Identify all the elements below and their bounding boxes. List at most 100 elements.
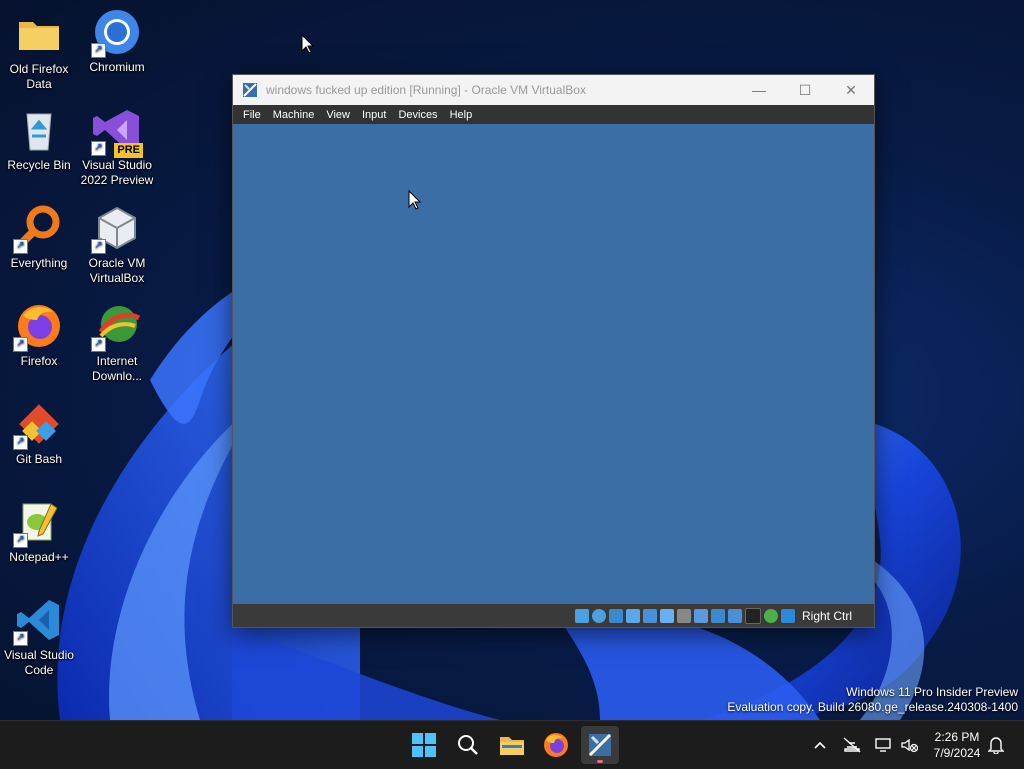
- desktop-icon-notepad-plus-plus[interactable]: ↗ Notepad++: [0, 498, 78, 565]
- notepad-plus-plus-icon: ↗: [13, 498, 63, 548]
- internet-download-manager-icon: ↗: [91, 302, 141, 352]
- firefox-icon: ↗: [13, 302, 63, 352]
- video-capture-icon[interactable]: [710, 608, 725, 623]
- windows-logo-icon: [412, 733, 436, 757]
- menu-devices[interactable]: Devices: [392, 109, 443, 121]
- desktop-icon-visual-studio-2022-preview[interactable]: ↗ PRE Visual Studio 2022 Preview: [78, 106, 156, 188]
- bell-icon: [988, 737, 1004, 754]
- chevron-up-icon: [814, 741, 826, 749]
- desktop-icon-everything[interactable]: ↗ Everything: [0, 204, 78, 271]
- windows-evaluation-watermark: Windows 11 Pro Insider Preview Evaluatio…: [727, 685, 1018, 715]
- volume-muted-tray-icon[interactable]: [899, 735, 919, 755]
- show-hidden-icons-button[interactable]: [810, 735, 830, 755]
- shortcut-arrow-icon: ↗: [91, 43, 106, 58]
- search-button[interactable]: [449, 726, 487, 764]
- file-explorer-button[interactable]: [493, 726, 531, 764]
- desktop-icon-label: Visual Studio 2022 Preview: [80, 158, 154, 187]
- folder-icon: [15, 10, 63, 58]
- search-icon: [458, 735, 478, 755]
- firefox-taskbar-button[interactable]: [537, 726, 575, 764]
- file-explorer-icon: [500, 737, 524, 755]
- window-titlebar[interactable]: windows fucked up edition [Running] - Or…: [233, 75, 874, 105]
- desktop-icon-old-firefox-data[interactable]: Old Firefox Data: [0, 10, 78, 92]
- display-icon[interactable]: [693, 608, 708, 623]
- clock-date: 7/9/2024: [933, 746, 981, 760]
- usb-icon[interactable]: [659, 608, 674, 623]
- visual-studio-icon: ↗ PRE: [91, 106, 143, 158]
- desktop-icon-label: Git Bash: [15, 452, 63, 466]
- shortcut-arrow-icon: ↗: [13, 631, 28, 646]
- minimize-button[interactable]: —: [736, 75, 782, 105]
- close-button[interactable]: ✕: [828, 75, 874, 105]
- virtualbox-xp-icon: [588, 733, 612, 757]
- vm-mouse-cursor-icon: [408, 189, 422, 215]
- desktop-icon-label: Visual Studio Code: [4, 648, 74, 677]
- desktop-icon-chromium[interactable]: ↗ Chromium: [78, 8, 156, 75]
- clock-time: 2:26 PM: [934, 730, 980, 744]
- desktop-icon-recycle-bin[interactable]: Recycle Bin: [0, 106, 78, 173]
- network-icon[interactable]: [642, 608, 657, 623]
- virtualbox-icon: ↗: [91, 204, 141, 254]
- shortcut-arrow-icon: ↗: [91, 141, 106, 156]
- desktop-icon-label: Firefox: [20, 354, 58, 368]
- vm-statusbar: Right Ctrl: [233, 604, 874, 627]
- virtualization-icon: [744, 607, 761, 624]
- menu-machine[interactable]: Machine: [267, 109, 321, 121]
- watermark-line-1: Windows 11 Pro Insider Preview: [846, 685, 1018, 699]
- desktop-icon-label: Old Firefox Data: [9, 62, 69, 91]
- menu-help[interactable]: Help: [444, 109, 479, 121]
- desktop-icon-internet-download-manager[interactable]: ↗ Internet Downlo...: [78, 302, 156, 384]
- taskbar: 2:26 PM 7/9/2024: [0, 720, 1024, 769]
- desktop-icon-label: Chromium: [89, 60, 145, 74]
- desktop-icon-visual-studio-code[interactable]: ↗ Visual Studio Code: [0, 596, 78, 678]
- maximize-button[interactable]: ☐: [782, 75, 828, 105]
- desktop-icon-oracle-vm-virtualbox[interactable]: ↗ Oracle VM VirtualBox: [78, 204, 156, 286]
- active-app-indicator: [597, 760, 603, 763]
- menu-input[interactable]: Input: [356, 109, 392, 121]
- vrde-icon[interactable]: [727, 608, 742, 623]
- shortcut-arrow-icon: ↗: [91, 239, 106, 254]
- git-bash-icon: ↗: [13, 400, 63, 450]
- vscode-icon: ↗: [13, 596, 63, 646]
- window-title: windows fucked up edition [Running] - Or…: [266, 83, 586, 97]
- optical-drive-icon[interactable]: [591, 608, 606, 623]
- network-tray-icon[interactable]: [842, 735, 862, 755]
- mouse-cursor-icon: [301, 33, 315, 59]
- display-tray-icon[interactable]: [873, 735, 893, 755]
- virtualbox-app-icon: [243, 83, 257, 97]
- desktop-icon-firefox[interactable]: ↗ Firefox: [0, 302, 78, 369]
- recycle-bin-icon: [15, 106, 63, 154]
- desktop-icon-git-bash[interactable]: ↗ Git Bash: [0, 400, 78, 467]
- virtualbox-vm-window[interactable]: windows fucked up edition [Running] - Or…: [232, 74, 875, 628]
- desktop-icon-label: Oracle VM VirtualBox: [88, 256, 146, 285]
- menu-view[interactable]: View: [320, 109, 356, 121]
- firefox-icon: [544, 733, 568, 757]
- preview-badge: PRE: [114, 143, 143, 158]
- host-key-label: Right Ctrl: [801, 608, 852, 623]
- cpu-icon: [763, 608, 778, 623]
- desktop-icon-label: Notepad++: [9, 550, 69, 564]
- shared-folders-icon[interactable]: [676, 608, 691, 623]
- shortcut-arrow-icon: ↗: [13, 239, 28, 254]
- menu-file[interactable]: File: [237, 109, 267, 121]
- mouse-integration-icon[interactable]: [780, 608, 795, 623]
- start-button[interactable]: [405, 726, 443, 764]
- notifications-button[interactable]: [986, 735, 1006, 755]
- shortcut-arrow-icon: ↗: [13, 435, 28, 450]
- virtualbox-taskbar-button[interactable]: [581, 726, 619, 764]
- desktop-icon-label: Everything: [10, 256, 68, 270]
- watermark-line-2: Evaluation copy. Build 26080.ge_release.…: [727, 700, 1018, 714]
- shortcut-arrow-icon: ↗: [91, 337, 106, 352]
- audio-icon[interactable]: [625, 608, 640, 623]
- vm-menubar: File Machine View Input Devices Help: [233, 105, 874, 124]
- vm-display-screen[interactable]: [233, 124, 874, 604]
- desktop-icon-label: Recycle Bin: [7, 158, 71, 172]
- hard-disk-icon[interactable]: [574, 608, 589, 623]
- chromium-icon: ↗: [91, 8, 141, 58]
- desktop-icon-label: Internet Downlo...: [91, 354, 143, 383]
- everything-search-icon: ↗: [13, 204, 63, 254]
- floppy-icon[interactable]: [608, 608, 623, 623]
- shortcut-arrow-icon: ↗: [13, 533, 28, 548]
- shortcut-arrow-icon: ↗: [13, 337, 28, 352]
- taskbar-clock[interactable]: 2:26 PM 7/9/2024: [926, 729, 988, 761]
